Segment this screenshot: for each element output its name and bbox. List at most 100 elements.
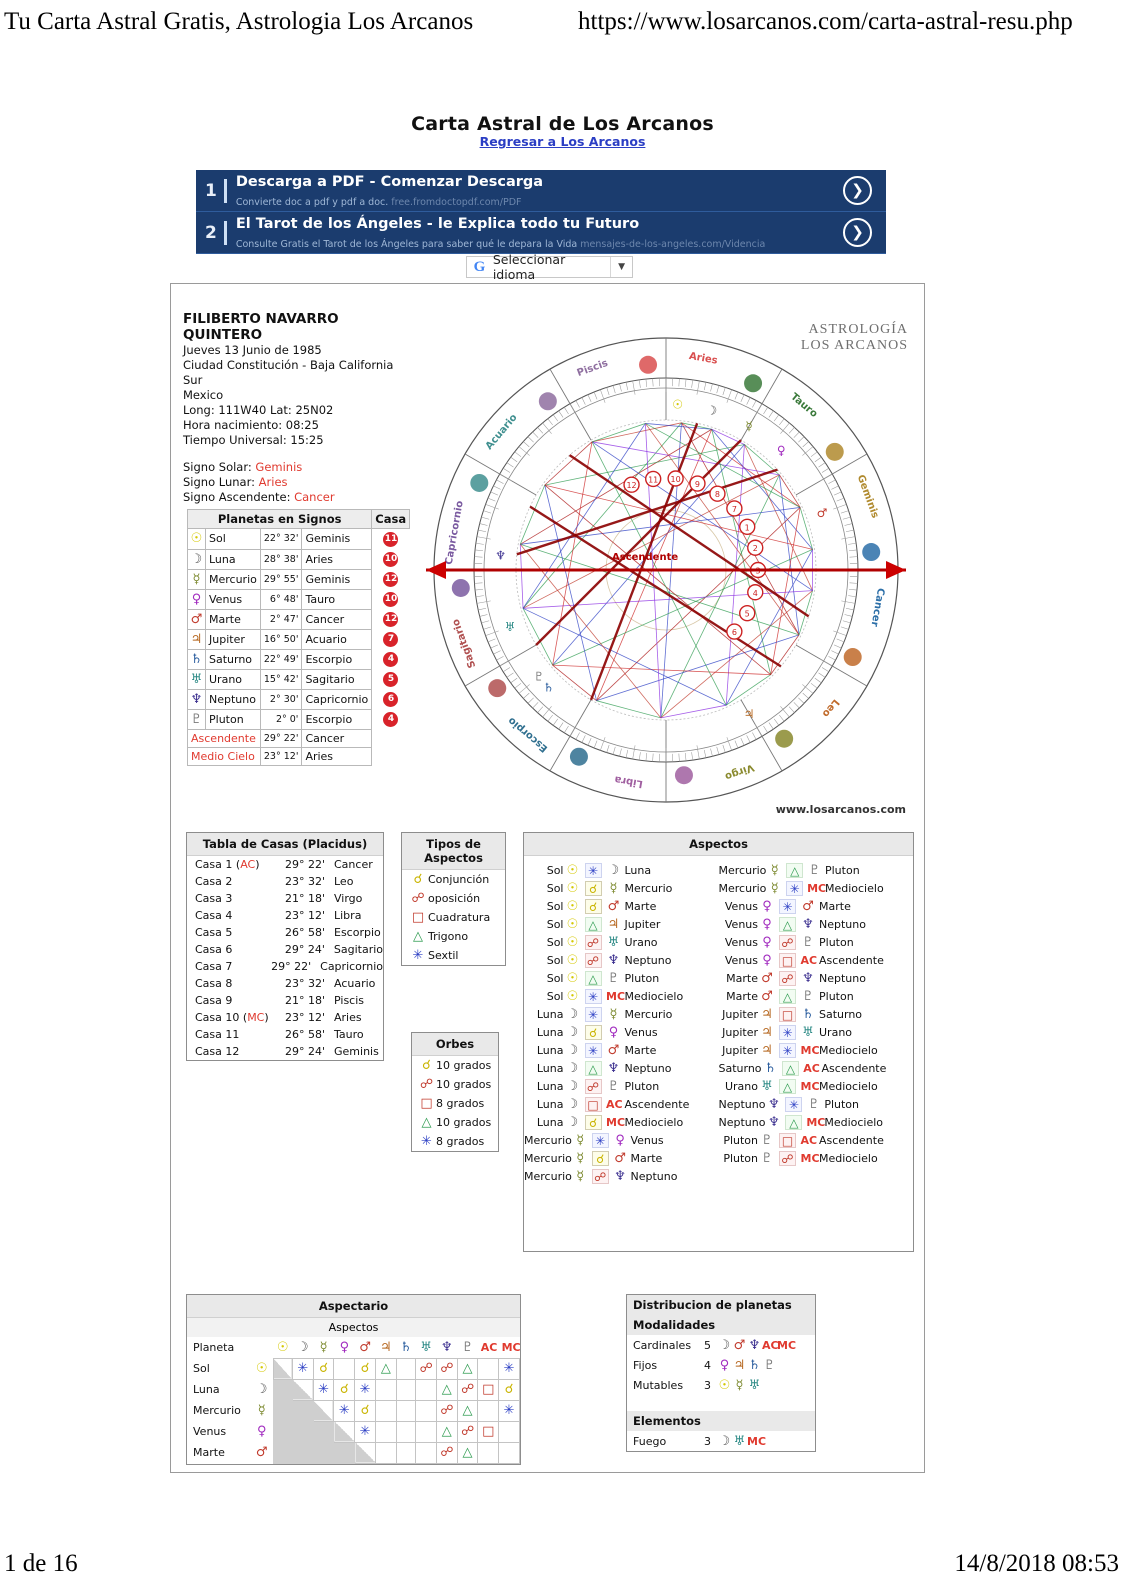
ad-next-arrow-icon[interactable]: ❯ [843,218,872,247]
ad-row[interactable]: 2 El Tarot de los Ángeles - le Explica t… [196,212,886,254]
aspectario-row-name: Mercurio [193,1404,241,1417]
pluto-icon: ♇ [761,1132,773,1148]
aspect-planet2: Luna [624,863,652,877]
aspect-type-label: Cuadratura [428,911,491,924]
aspectario-cell [333,1357,356,1380]
neptune-icon: ♆ [748,1337,761,1353]
aspectario-cell [498,1420,520,1443]
ad-headline[interactable]: El Tarot de los Ángeles - le Explica tod… [236,216,639,232]
moon-icon: ☽ [566,1024,579,1040]
house-degree: 21° 18' [284,994,325,1007]
conjunction-icon: ☌ [584,1024,602,1040]
table-row: ♆ Neptuno 2° 30' Capricornio 6 [187,688,410,710]
aspectario-row-icon: ☿ [251,1400,273,1421]
square-icon: □ [779,952,796,968]
aspect-row: Marte ♂ ☍ ♆ Neptuno [719,969,914,987]
orb-label: 10 grados [436,1078,492,1091]
modality-row: Fijos 4 ♀ ♃ ♄ ♇ [627,1355,815,1375]
ad-info-icon[interactable]: ⓘ [885,186,886,199]
aspectario-col-icon: ♇ [457,1337,478,1358]
square-icon: □ [779,1132,796,1148]
chart-sheet: FILIBERTO NAVARRO QUINTERO Jueves 13 Jun… [170,283,925,1473]
aspectario-title: Aspectario [187,1295,520,1318]
chevron-down-icon[interactable]: ▼ [610,257,632,277]
planet-degree-cell: 22° 32' [259,528,303,550]
aspect-planet1: Venus [724,917,758,931]
aspect-planet2: Marte [819,899,851,913]
jupiter-icon: ♃ [761,1006,773,1022]
aspect-planet1: Marte [726,989,758,1003]
aspectario-cell [498,1441,520,1464]
aspectario-cell [395,1357,417,1380]
aspectario-col-icon: ♀ [334,1337,355,1358]
sextile-icon: ✳ [785,1096,803,1112]
aspectario-col-icon: ☉ [273,1337,292,1358]
aspectario-cell: ✳ [333,1399,356,1422]
aspectario-cell: ☌ [498,1378,520,1401]
trine-icon: △ [785,1114,803,1130]
ad-next-arrow-icon[interactable]: ❯ [843,176,872,205]
asc-sign-label: Signo Ascendente: [183,490,295,504]
mercury-icon: ☿ [192,571,201,587]
aspectario-cell [395,1420,417,1443]
ad-url[interactable]: mensajes-de-los-angeles.com/Videncia [580,239,765,250]
trine-icon: △ [779,988,796,1004]
wheel-planet-number: 1 [745,523,750,532]
aspect-planet2: Marte [624,1043,657,1057]
aspect-planet2: Marte [630,1151,663,1165]
pluto-icon: ♇ [808,862,821,878]
element-row: Fuego 3 ☽ ♅ MC [627,1431,815,1451]
aspectario-cell [291,1399,314,1422]
house-sign: Escorpio [334,926,381,939]
aspectario-cell: ✳ [354,1378,376,1401]
aspect-row: Urano ♅ △ MC Mediocielo [719,1077,914,1095]
house-sign: Geminis [334,1045,379,1058]
aspectario-cell [477,1399,500,1422]
planet-degree-cell: 22° 49' [259,648,303,670]
aspect-planet1: Sol [546,863,564,877]
aspect-planet1: Neptuno [718,1115,766,1129]
trine-icon: △ [786,862,804,878]
aspect-row: Luna ☽ ✳ ♂ Marte [524,1041,719,1059]
house-row: Casa 6 29° 24' Sagitario [187,941,383,958]
planet-icon-cell: ♆ [187,688,206,710]
aspectario-cell [272,1399,293,1422]
aspect-planet2: Neptuno [624,1061,672,1075]
aspect-row: Mercurio ☿ ☍ ♆ Neptuno [524,1167,719,1185]
aspect-types-title: Tipos de Aspectos [402,833,505,870]
ad-number: 1 [205,180,217,201]
planet-sign-cell: Tauro [301,588,373,610]
aspectario-col-icon: ☿ [313,1337,334,1358]
planet-sign-cell: Aries [301,548,373,570]
square-icon: □ [420,1096,433,1111]
point-name-cell: Medio Cielo [187,746,261,766]
language-selector[interactable]: G Seleccionar idioma ▼ [466,252,633,282]
aspectario-cell: ✳ [291,1357,314,1380]
pluto-icon: ♇ [808,1096,820,1112]
aspectario-cell: △ [435,1420,458,1443]
distribution-title: Distribucion de planetas [627,1295,815,1315]
aspectario-cell [312,1441,335,1464]
trine-icon: △ [779,1078,796,1094]
sun-icon: ☉ [255,1361,268,1376]
elements-title: Elementos [627,1411,815,1431]
wheel-svg: AriesTauroGeminisCancerLeoVirgoLibraEsco… [426,337,906,803]
back-link[interactable]: Regresar a Los Arcanos [0,134,1125,149]
mercury-icon: ☿ [319,1339,328,1355]
ad-headline[interactable]: Descarga a PDF - Comenzar Descarga [236,174,543,190]
ad-row[interactable]: 1 Descarga a PDF - Comenzar Descarga Con… [196,170,886,212]
table-row: ☽ Luna 28° 38' Aries 10 [187,548,410,570]
pluto-icon: ♇ [763,1357,776,1373]
house-badge: 12 [383,612,399,627]
house-row: Casa 11 26° 58' Tauro [187,1026,383,1043]
house-name: Casa 4 [195,909,233,922]
aspect-planet1: Mercurio [718,881,767,895]
venus-icon: ♀ [762,898,772,914]
sun-icon: ☉ [566,952,579,968]
wheel-sign-figure [825,442,844,461]
modality-icons: ♀ ♃ ♄ ♇ [717,1358,777,1373]
mars-icon: ♂ [761,970,773,986]
table-row: ♄ Saturno 22° 49' Escorpio 4 [187,648,410,670]
ad-url[interactable]: free.fromdoctopdf.com/PDF [391,197,521,208]
aspect-planet1: Pluton [723,1151,758,1165]
